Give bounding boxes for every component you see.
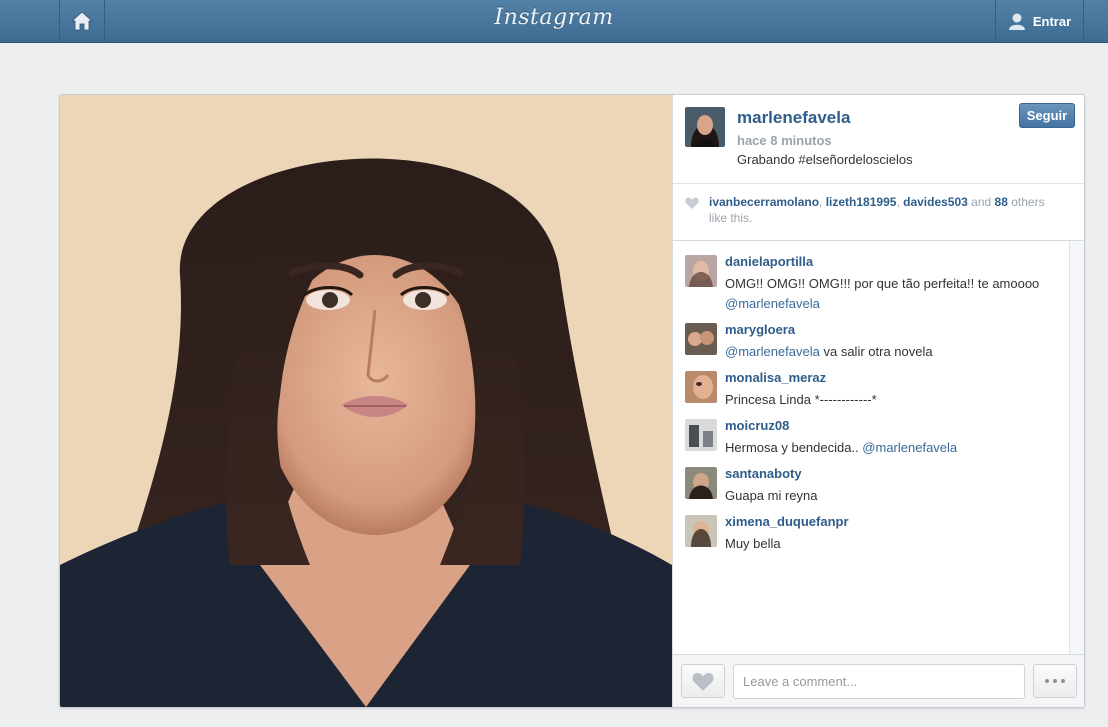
likes-and: and bbox=[971, 195, 992, 209]
comment-body: Princesa Linda *------------* bbox=[725, 392, 877, 407]
commenter-avatar-image bbox=[685, 323, 717, 355]
comment-item: santanaboty Guapa mi reyna bbox=[673, 463, 1069, 511]
commenter-avatar[interactable] bbox=[685, 323, 717, 355]
comment-item: ximena_duquefanpr Muy bella bbox=[673, 511, 1069, 559]
comment-item: moicruz08 Hermosa y bendecida.. @marlene… bbox=[673, 415, 1069, 463]
comment-text: @marlenefavela va salir otra novela bbox=[725, 342, 1065, 362]
comment-item: danielaportilla OMG!! OMG!! OMG!!! por q… bbox=[673, 251, 1069, 319]
top-nav-bar: Instagram Entrar bbox=[0, 0, 1108, 43]
likes-summary: ivanbecerramolano, lizeth181995, davides… bbox=[673, 184, 1084, 241]
commenter-avatar[interactable] bbox=[685, 419, 717, 451]
login-button[interactable]: Entrar bbox=[995, 0, 1084, 42]
owner-avatar[interactable] bbox=[685, 107, 725, 147]
comment-body: va salir otra novela bbox=[823, 344, 933, 359]
comment-username[interactable]: ximena_duquefanpr bbox=[725, 514, 849, 529]
comment-username[interactable]: moicruz08 bbox=[725, 418, 789, 433]
comment-username[interactable]: santanaboty bbox=[725, 466, 802, 481]
comment-body: Guapa mi reyna bbox=[725, 488, 818, 503]
comment-text: Guapa mi reyna bbox=[725, 486, 1065, 506]
post-photo[interactable] bbox=[60, 95, 672, 707]
post-details-panel: marlenefavela hace 8 minutos Grabando #e… bbox=[672, 95, 1084, 707]
owner-username[interactable]: marlenefavela bbox=[737, 108, 850, 128]
commenter-avatar[interactable] bbox=[685, 467, 717, 499]
comment-text: Princesa Linda *------------* bbox=[725, 390, 1065, 410]
more-options-button[interactable] bbox=[1033, 664, 1077, 698]
more-dot bbox=[1045, 679, 1049, 683]
portrait-image bbox=[60, 95, 672, 707]
more-dot bbox=[1061, 679, 1065, 683]
comments-list: danielaportilla OMG!! OMG!! OMG!!! por q… bbox=[673, 241, 1069, 654]
comment-item: monalisa_meraz Princesa Linda *---------… bbox=[673, 367, 1069, 415]
comment-body: Muy bella bbox=[725, 536, 781, 551]
comment-item: marygloera @marlenefavela va salir otra … bbox=[673, 319, 1069, 367]
owner-avatar-image bbox=[685, 107, 725, 147]
comment-body: Hermosa y bendecida.. bbox=[725, 440, 863, 455]
liker-link[interactable]: lizeth181995 bbox=[826, 195, 897, 209]
comment-text: OMG!! OMG!! OMG!!! por que tão perfeita!… bbox=[725, 274, 1065, 314]
follow-button[interactable]: Seguir bbox=[1019, 103, 1075, 128]
comment-username[interactable]: marygloera bbox=[725, 322, 795, 337]
post-header: marlenefavela hace 8 minutos Grabando #e… bbox=[673, 95, 1084, 184]
commenter-avatar-image bbox=[685, 371, 717, 403]
commenter-avatar[interactable] bbox=[685, 515, 717, 547]
instagram-logo[interactable]: Instagram bbox=[0, 5, 1108, 30]
commenter-avatar-image bbox=[685, 255, 717, 287]
likes-count[interactable]: 88 bbox=[995, 195, 1008, 209]
likes-separator-1: , bbox=[819, 195, 826, 209]
heart-icon bbox=[685, 197, 699, 209]
comment-username[interactable]: monalisa_meraz bbox=[725, 370, 826, 385]
comment-input[interactable] bbox=[733, 664, 1025, 699]
comment-username[interactable]: danielaportilla bbox=[725, 254, 813, 269]
commenter-avatar[interactable] bbox=[685, 255, 717, 287]
heart-icon bbox=[692, 672, 714, 691]
liker-link[interactable]: ivanbecerramolano bbox=[709, 195, 819, 209]
comment-mention[interactable]: @marlenefavela bbox=[725, 296, 820, 311]
comment-composer bbox=[673, 654, 1084, 707]
comment-mention[interactable]: @marlenefavela bbox=[862, 440, 957, 455]
comment-text: Hermosa y bendecida.. @marlenefavela bbox=[725, 438, 1065, 458]
user-icon bbox=[1008, 13, 1025, 30]
more-dot bbox=[1053, 679, 1057, 683]
commenter-avatar-image bbox=[685, 419, 717, 451]
liker-link[interactable]: davides503 bbox=[903, 195, 968, 209]
post-caption: Grabando #elseñordeloscielos bbox=[737, 152, 913, 167]
comment-text: Muy bella bbox=[725, 534, 1065, 554]
commenter-avatar-image bbox=[685, 515, 717, 547]
commenter-avatar-image bbox=[685, 467, 717, 499]
login-label: Entrar bbox=[1032, 13, 1072, 29]
comments-scrollbar[interactable] bbox=[1069, 241, 1084, 654]
post-card: marlenefavela hace 8 minutos Grabando #e… bbox=[59, 94, 1085, 708]
post-timestamp: hace 8 minutos bbox=[737, 133, 832, 148]
comment-body: OMG!! OMG!! OMG!!! por que tão perfeita!… bbox=[725, 276, 1040, 291]
comment-mention[interactable]: @marlenefavela bbox=[725, 344, 820, 359]
commenter-avatar[interactable] bbox=[685, 371, 717, 403]
like-button[interactable] bbox=[681, 664, 725, 698]
